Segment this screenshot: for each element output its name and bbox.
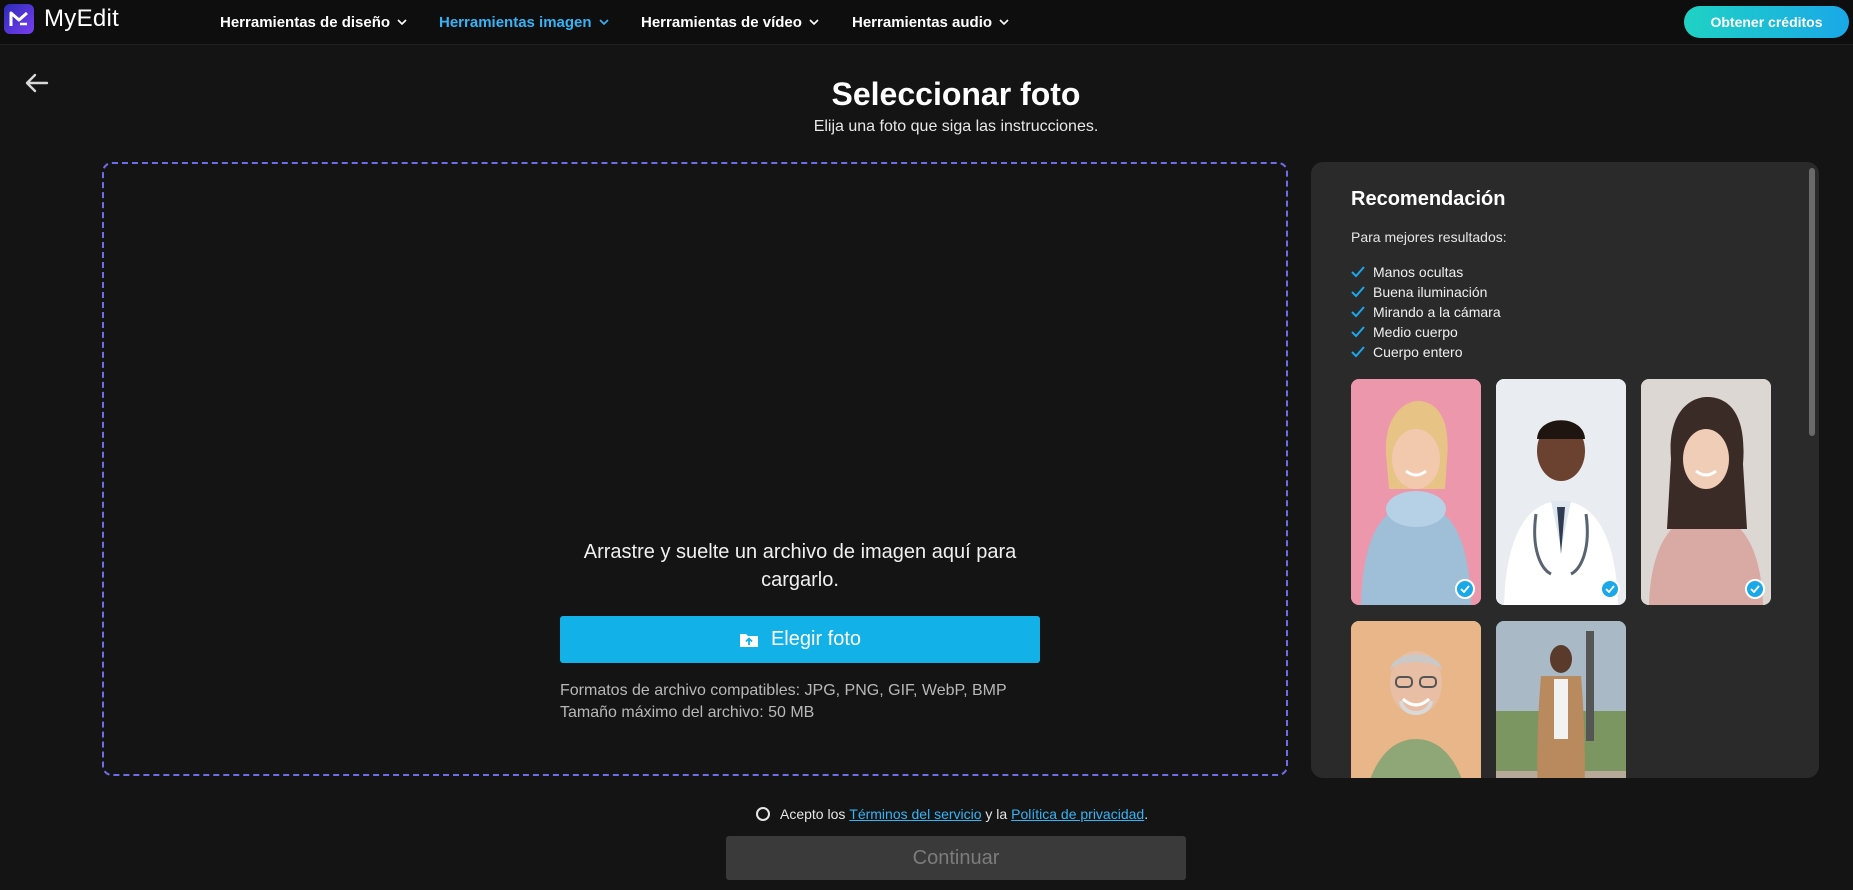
nav-item-video-tools[interactable]: Herramientas de vídeo <box>641 0 819 44</box>
check-badge-icon <box>1600 579 1620 599</box>
logo[interactable]: MyEdit <box>4 4 119 34</box>
tip-item: Manos ocultas <box>1351 262 1501 282</box>
nav-item-audio-tools[interactable]: Herramientas audio <box>852 0 1009 44</box>
terms-prefix: Acepto los <box>780 806 846 822</box>
upload-folder-icon <box>739 633 758 647</box>
tip-item: Cuerpo entero <box>1351 342 1501 362</box>
chevron-down-icon <box>999 19 1009 25</box>
recommendation-panel: Recomendación Para mejores resultados: M… <box>1311 162 1819 778</box>
page-subtitle: Elija una foto que siga las instruccione… <box>813 118 1099 135</box>
choose-photo-button[interactable]: Elegir foto <box>560 616 1040 663</box>
nav-item-label: Herramientas imagen <box>439 13 592 31</box>
sample-photo-man-full-body <box>1496 621 1626 778</box>
panel-scrollbar[interactable] <box>1809 168 1815 436</box>
nav-item-image-tools[interactable]: Herramientas imagen <box>439 0 609 44</box>
tip-item: Medio cuerpo <box>1351 322 1501 342</box>
sample-photo-older-man <box>1351 621 1481 778</box>
tip-item: Mirando a la cámara <box>1351 302 1501 322</box>
dropzone-instruction: Arrastre y suelte un archivo de imagen a… <box>583 541 1017 591</box>
privacy-policy-link[interactable]: Política de privacidad <box>1011 806 1144 822</box>
nav-item-label: Herramientas audio <box>852 13 993 31</box>
top-bar: MyEdit Herramientas de diseño Herramient… <box>0 0 1853 45</box>
tip-label: Manos ocultas <box>1373 264 1464 280</box>
sample-photo-doctor <box>1496 379 1626 605</box>
nav-item-label: Herramientas de diseño <box>220 13 391 31</box>
recommendation-intro: Para mejores resultados: <box>1351 229 1507 245</box>
chevron-down-icon <box>599 19 609 25</box>
checkmark-icon <box>1351 306 1365 318</box>
terms-of-service-link[interactable]: Términos del servicio <box>849 806 981 822</box>
upload-dropzone[interactable]: Arrastre y suelte un archivo de imagen a… <box>102 162 1288 776</box>
tip-label: Medio cuerpo <box>1373 324 1458 340</box>
continue-button[interactable]: Continuar <box>726 836 1186 880</box>
tips-list: Manos ocultas Buena iluminación Mirando … <box>1351 262 1501 362</box>
checkmark-icon <box>1351 286 1365 298</box>
file-info: Formatos de archivo compatibles: JPG, PN… <box>560 680 1007 724</box>
get-credits-button[interactable]: Obtener créditos <box>1684 6 1849 38</box>
chevron-down-icon <box>809 19 819 25</box>
max-file-size: Tamaño máximo del archivo: 50 MB <box>560 704 815 721</box>
checkmark-icon <box>1351 266 1365 278</box>
check-badge-icon <box>1745 579 1765 599</box>
terms-agreement: Acepto los Términos del servicio y la Po… <box>756 806 1148 822</box>
sample-photo-woman-pink-shirt <box>1641 379 1771 605</box>
tip-label: Mirando a la cámara <box>1373 304 1501 320</box>
sample-photo-woman-blue-sweater <box>1351 379 1481 605</box>
recommendation-title: Recomendación <box>1351 188 1506 210</box>
chevron-down-icon <box>397 19 407 25</box>
tip-label: Buena iluminación <box>1373 284 1488 300</box>
check-badge-icon <box>1455 579 1475 599</box>
terms-middle: y la <box>985 806 1008 822</box>
tip-label: Cuerpo entero <box>1373 344 1463 360</box>
choose-photo-label: Elegir foto <box>770 628 862 650</box>
checkmark-icon <box>1351 326 1365 338</box>
myedit-logo-icon <box>4 4 34 34</box>
nav-item-design-tools[interactable]: Herramientas de diseño <box>220 0 407 44</box>
checkmark-icon <box>1351 346 1365 358</box>
page-title: Seleccionar foto <box>831 76 1081 112</box>
nav-item-label: Herramientas de vídeo <box>641 13 802 31</box>
terms-radio[interactable] <box>756 807 770 821</box>
tip-item: Buena iluminación <box>1351 282 1501 302</box>
brand-name: MyEdit <box>44 5 120 32</box>
supported-formats: Formatos de archivo compatibles: JPG, PN… <box>560 682 1007 699</box>
terms-suffix: . <box>1144 806 1149 822</box>
